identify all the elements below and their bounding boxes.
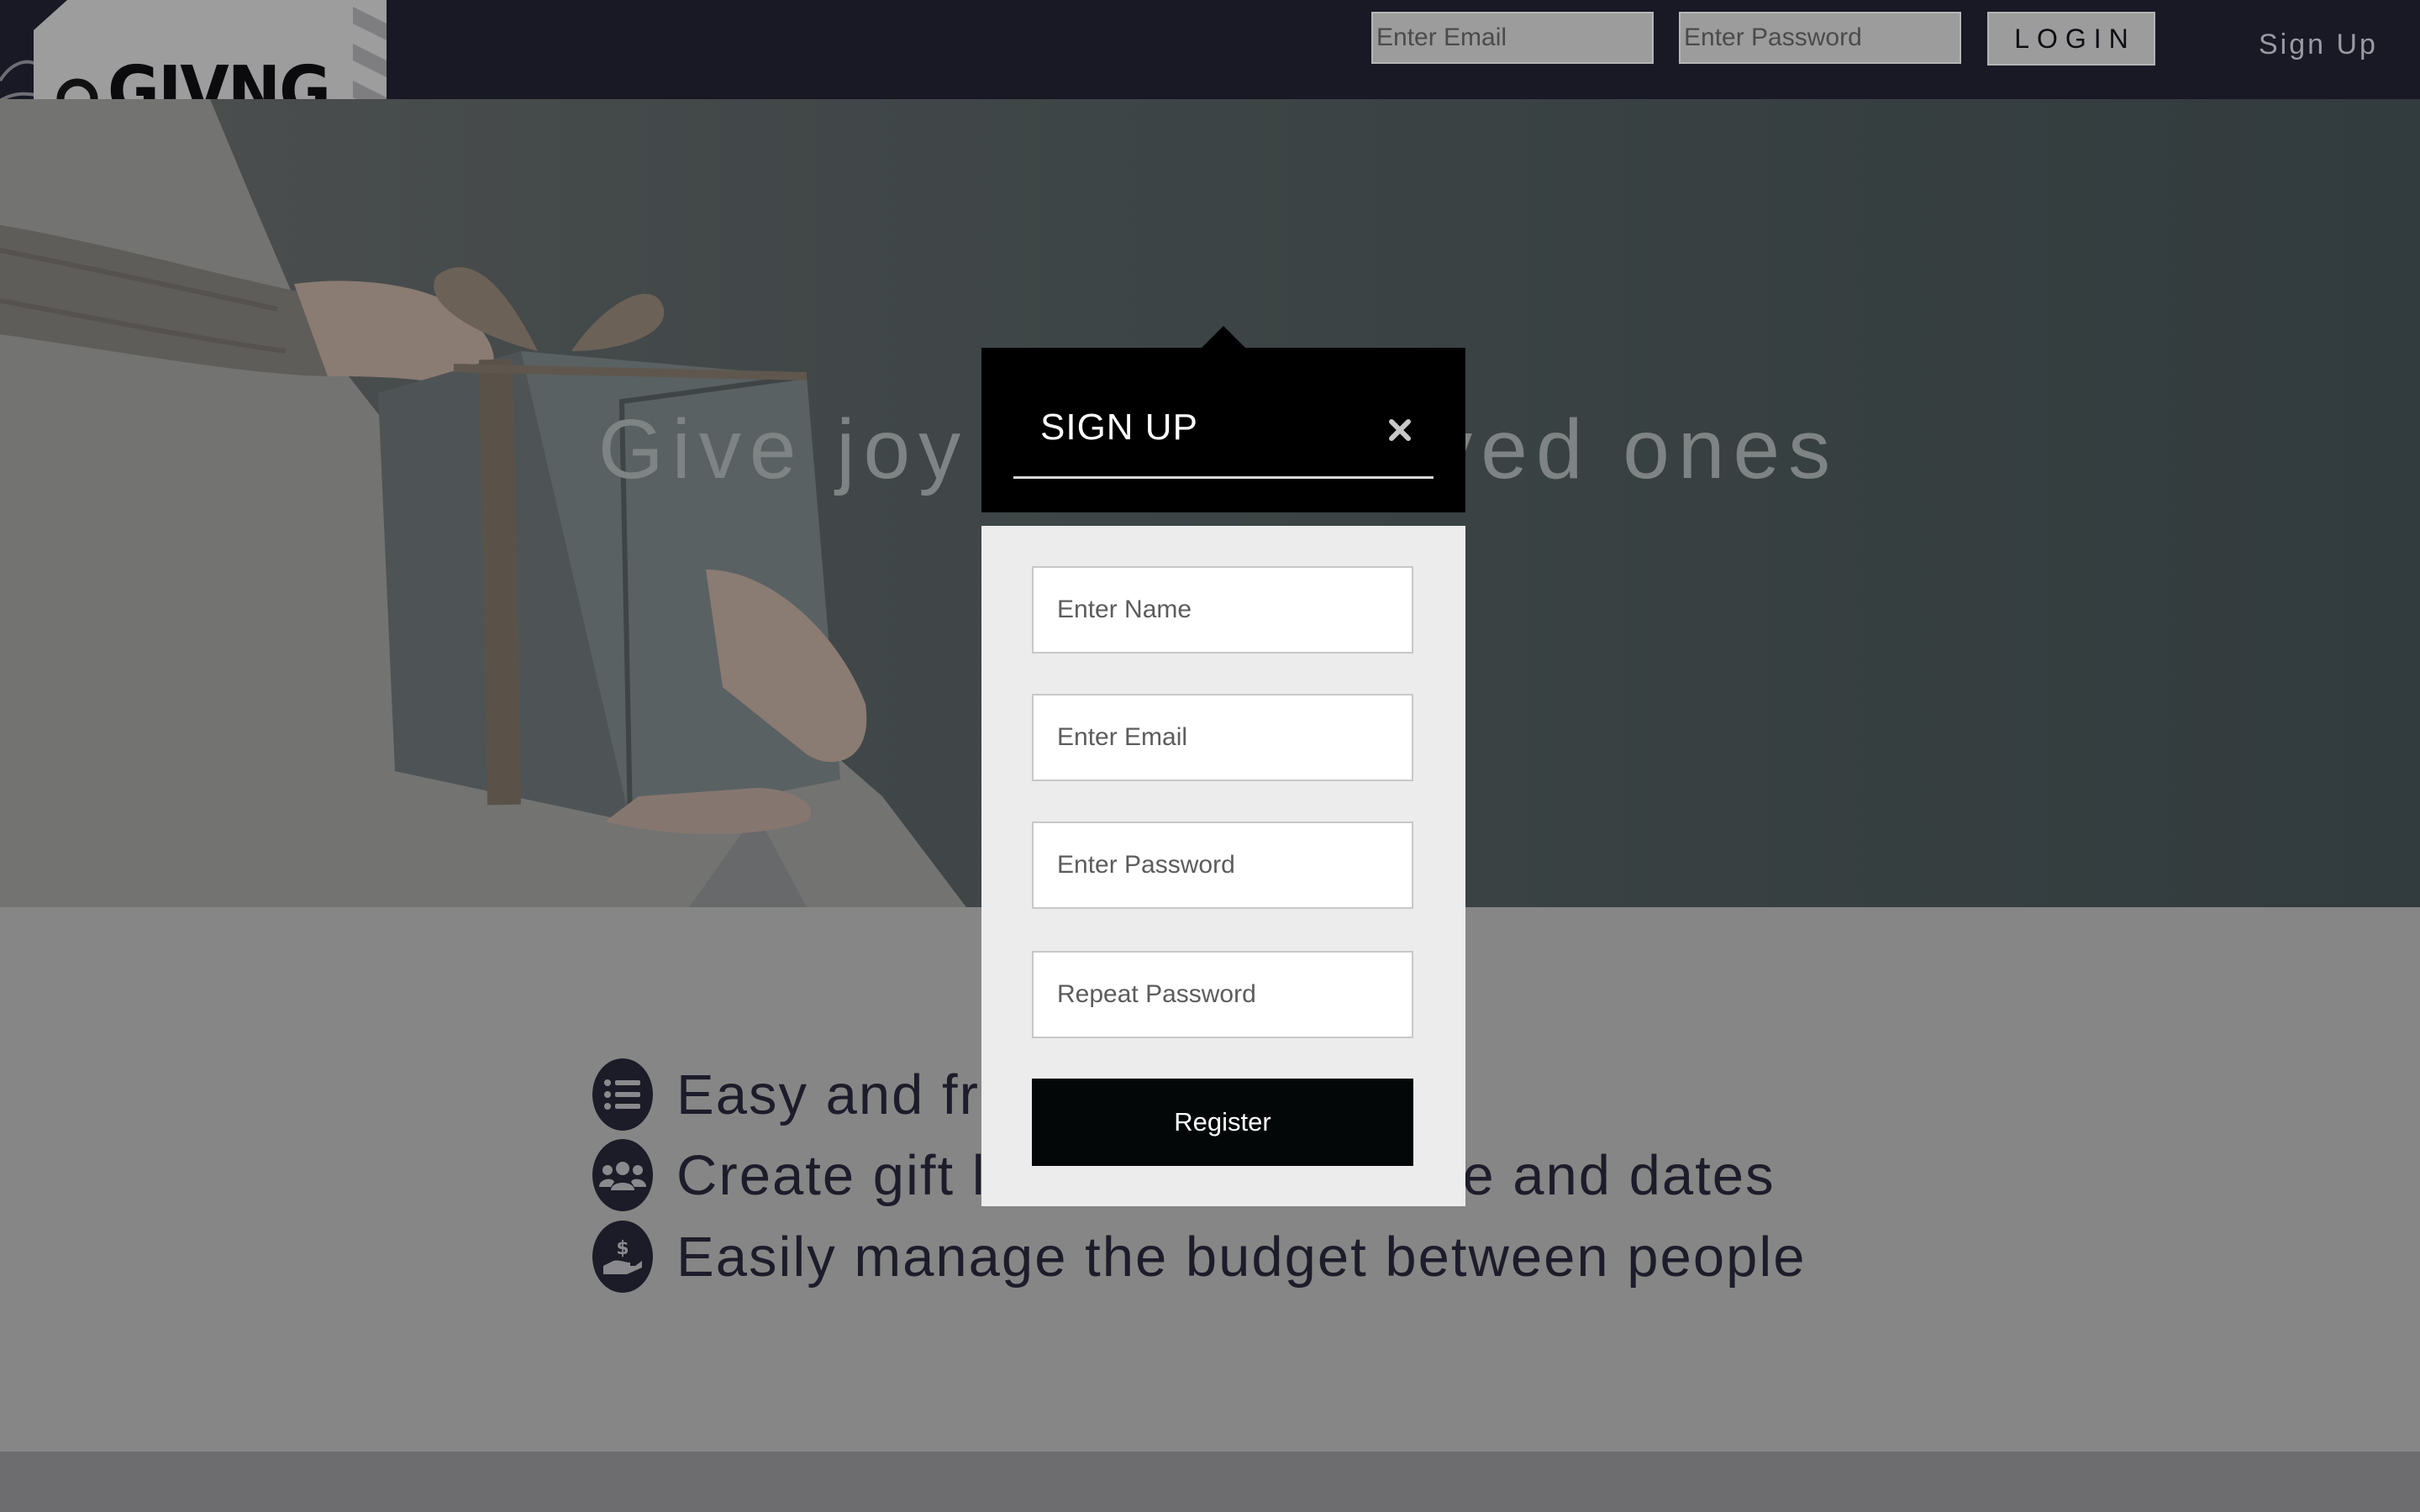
footer <box>0 1452 2420 1512</box>
signup-form: Register <box>981 526 1465 1206</box>
close-icon[interactable] <box>1376 407 1423 454</box>
modal-title: SIGN UP <box>1040 407 1198 448</box>
name-field[interactable] <box>1032 566 1413 654</box>
signup-modal-header: SIGN UP <box>981 348 1465 512</box>
modal-divider <box>1013 476 1434 479</box>
register-button[interactable]: Register <box>1032 1079 1413 1166</box>
repeat-password-field[interactable] <box>1032 951 1413 1038</box>
money-hand-icon: $ <box>592 1221 653 1293</box>
feature-item: $ Easily manage the budget between peopl… <box>592 1219 1807 1294</box>
email-field[interactable] <box>1032 694 1413 781</box>
svg-text:$: $ <box>616 1238 629 1259</box>
gift-in-hands-image <box>0 99 966 907</box>
list-icon <box>592 1058 653 1131</box>
header-email-input[interactable] <box>1371 12 1654 64</box>
signup-link[interactable]: Sign Up <box>2259 29 2378 61</box>
login-button[interactable]: LOGIN <box>1987 12 2155 66</box>
users-icon <box>592 1139 653 1211</box>
password-field[interactable] <box>1032 822 1413 909</box>
header-password-input[interactable] <box>1679 12 1961 64</box>
modal-pointer <box>1200 326 1247 349</box>
feature-text: Easily manage the budget between people <box>676 1225 1807 1289</box>
